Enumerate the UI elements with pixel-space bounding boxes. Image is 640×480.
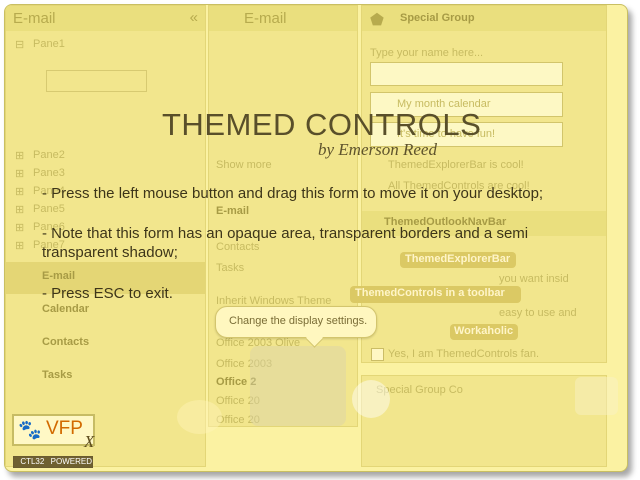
left-bar-header: E-mail « (6, 6, 205, 31)
logo-bottom-bar: CTL32 POWERED (13, 456, 93, 468)
middle-bar-header: E-mail (209, 6, 357, 31)
pane-label: Pane1 (33, 38, 65, 50)
logo-brand: VFP (46, 418, 83, 439)
pane-label: Pane3 (33, 167, 65, 179)
expand-minus-icon[interactable]: ⊟ (15, 38, 24, 51)
workaholic-label[interactable]: Workaholic (450, 324, 518, 340)
nav-label: Tasks (42, 369, 73, 381)
special-group-container[interactable]: Special Group Co (361, 375, 607, 467)
name-placeholder: Type your name here... (370, 47, 484, 59)
pane-item[interactable]: ⊟ Pane1 (6, 37, 205, 53)
expand-plus-icon[interactable]: ⊞ (15, 185, 24, 198)
explorer-radio[interactable]: ThemedExplorerBar is cool! (388, 159, 524, 171)
nav-label: Calendar (42, 303, 90, 315)
instruction-3: - Press ESC to exit. (42, 285, 173, 302)
pane-label: Pane5 (33, 203, 65, 215)
middle-tasks[interactable]: Tasks (216, 262, 244, 274)
middle-bar-title: E-mail (244, 10, 287, 27)
pane-item[interactable]: ⊞ Pane3 (6, 166, 205, 182)
nav-contacts[interactable]: Contacts (6, 328, 205, 360)
workaholic-text: Workaholic (454, 325, 514, 337)
ctl32-label: CTL32 (14, 457, 51, 467)
photo-icon (352, 380, 390, 418)
left-bar-title: E-mail (13, 10, 56, 27)
nav-label: Contacts (42, 336, 90, 348)
instruction-1: - Press the left mouse button and drag t… (42, 185, 544, 202)
vfp-logo-box: 🐾 VFP (12, 414, 95, 446)
nav-tasks[interactable]: Tasks (6, 361, 205, 393)
shield-icon: ⬟ (370, 12, 384, 29)
monitor-icon (250, 346, 346, 426)
checkbox-icon[interactable] (371, 348, 384, 361)
expand-plus-icon[interactable]: ⊞ (15, 167, 24, 180)
pane-item[interactable]: ⊞ Pane2 (6, 148, 205, 164)
overlay-title: THEMED CONTROLS (162, 107, 482, 142)
instruction-2: - Note that this form has an opaque area… (42, 225, 529, 261)
fan-checkbox-label[interactable]: Yes, I am ThemedControls fan. (388, 348, 539, 360)
display-settings-tooltip: Change the display settings. (215, 306, 377, 338)
logo-x: X (84, 432, 95, 451)
printer-icon (177, 400, 222, 434)
name-input[interactable] (370, 62, 563, 86)
fragment-2: easy to use and (499, 307, 577, 319)
pane-content (46, 70, 147, 92)
exit-icon (575, 377, 618, 415)
expand-plus-icon[interactable]: ⊞ (15, 239, 24, 252)
special-group-header: ⬟ Special Group (362, 6, 606, 31)
collapse-icon[interactable]: « (190, 9, 198, 26)
tooltip-text: Change the display settings. (229, 315, 368, 327)
themed-controls-window[interactable]: E-mail « ⊟ Pane1 ⊞ Pane2 ⊞ Pane3 ⊞ Pane4 ⊞ Pa… (4, 4, 628, 472)
expand-plus-icon[interactable]: ⊞ (15, 221, 24, 234)
show-more[interactable]: Show more (216, 159, 272, 171)
powered-label: POWERED (50, 457, 92, 467)
paw-icon: 🐾 (18, 420, 42, 441)
expand-plus-icon[interactable]: ⊞ (15, 203, 24, 216)
author-label: by Emerson Reed (318, 140, 437, 159)
nav-label: E-mail (42, 270, 76, 282)
special-group-label: Special Group (400, 12, 475, 24)
pane-label: Pane2 (33, 149, 65, 161)
expand-plus-icon[interactable]: ⊞ (15, 149, 24, 162)
middle-email[interactable]: E-mail (216, 205, 249, 217)
pane-item[interactable]: ⊞ Pane5 (6, 202, 205, 218)
vfpx-logo: 🐾 VFP X CTL32 POWERED (12, 414, 102, 468)
